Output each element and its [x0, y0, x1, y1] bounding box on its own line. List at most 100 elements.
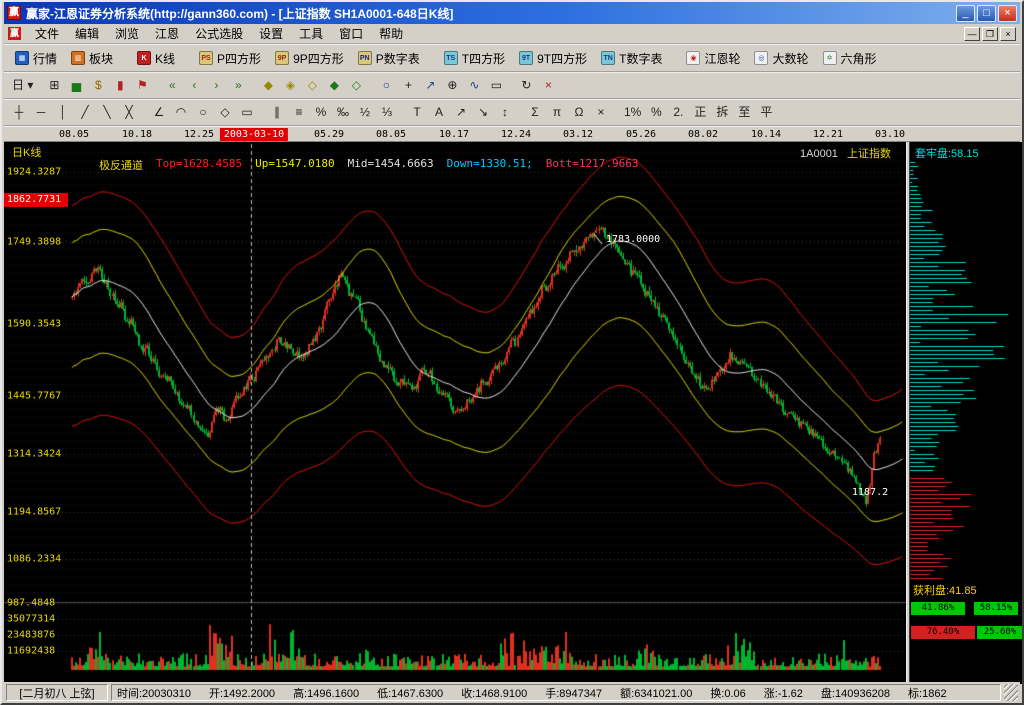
- bar-chart-view-button[interactable]: ▅: [65, 75, 87, 96]
- 9t-square-button[interactable]: 9T 9T四方形: [512, 47, 594, 70]
- symbol-code: 1A0001: [800, 148, 838, 160]
- next-bar-button[interactable]: ›: [205, 75, 227, 96]
- permille-line-tool[interactable]: ‰: [332, 102, 354, 123]
- gann-cycle-tool-button[interactable]: ◇: [345, 75, 367, 96]
- cross-trendline-tool[interactable]: ╳: [118, 102, 140, 123]
- chai-tool[interactable]: 拆: [711, 102, 733, 123]
- quotes-button[interactable]: ▦ 行情: [8, 47, 64, 70]
- price-axis-label: 1314.3424: [7, 449, 61, 460]
- window-menu[interactable]: 窗口: [331, 23, 371, 44]
- region-select-button[interactable]: ▭: [485, 75, 507, 96]
- half-division-tool[interactable]: ½: [354, 102, 376, 123]
- pi-cycle-tool[interactable]: π: [546, 102, 568, 123]
- zhi-tool[interactable]: 至: [733, 102, 755, 123]
- sectors-button[interactable]: ▥ 板块: [64, 47, 120, 70]
- t-number-table-button[interactable]: TN T数字表: [594, 47, 669, 70]
- gann-box-tool-button[interactable]: ◆: [323, 75, 345, 96]
- flag-marker-button[interactable]: ⚑: [131, 75, 153, 96]
- resize-grip[interactable]: [1004, 684, 1018, 701]
- last-page-button[interactable]: »: [227, 75, 249, 96]
- file-menu[interactable]: 文件: [27, 23, 67, 44]
- percent-line-tool[interactable]: %: [310, 102, 332, 123]
- omega-tool[interactable]: Ω: [568, 102, 590, 123]
- trendline-tool-button[interactable]: ↗: [419, 75, 441, 96]
- toolbar-main-button-label: 六角形: [841, 50, 877, 67]
- window-minimize-button[interactable]: _: [956, 5, 975, 22]
- arrow-down-marker-tool[interactable]: ↘: [472, 102, 494, 123]
- currency-view-button[interactable]: $: [87, 75, 109, 96]
- parallel-channel-tool[interactable]: ∥: [266, 102, 288, 123]
- circle-draw-tool[interactable]: ○: [192, 102, 214, 123]
- two-decimal-tool[interactable]: 2.: [667, 102, 689, 123]
- volume-axis-label: 23483876: [7, 630, 55, 641]
- settings-menu[interactable]: 设置: [251, 23, 291, 44]
- crosshair-tool-button[interactable]: +: [397, 75, 419, 96]
- circle-tool-button[interactable]: ○: [375, 75, 397, 96]
- p-square-button[interactable]: PS P四方形: [192, 47, 268, 70]
- rectangle-draw-tool[interactable]: ▭: [236, 102, 258, 123]
- kline-button[interactable]: K K线: [130, 47, 182, 70]
- one-percent-grid-tool[interactable]: 1%: [620, 102, 645, 123]
- wave-tool-button[interactable]: ∿: [463, 75, 485, 96]
- toolbar-main-button-icon: ◉: [686, 51, 700, 65]
- zheng-tool[interactable]: 正: [689, 102, 711, 123]
- help-menu[interactable]: 帮助: [371, 23, 411, 44]
- horizontal-line-tool[interactable]: ─: [30, 102, 52, 123]
- delete-drawing-tool[interactable]: ×: [590, 102, 612, 123]
- title-bar: 赢 赢家-江恩证券分析系统(http://gann360.com) - [上证指…: [4, 2, 1020, 24]
- browse-menu[interactable]: 浏览: [107, 23, 147, 44]
- label-tool[interactable]: A: [428, 102, 450, 123]
- vertical-line-tool[interactable]: │: [52, 102, 74, 123]
- gann-wheel-button[interactable]: ◉ 江恩轮: [679, 47, 747, 70]
- gann-grid-tool-button[interactable]: ◇: [301, 75, 323, 96]
- date-tick: 03.10: [875, 129, 905, 140]
- tile-windows-button[interactable]: ⊞: [43, 75, 65, 96]
- diamond-draw-tool[interactable]: ◇: [214, 102, 236, 123]
- gann-fan-tool-button[interactable]: ◈: [279, 75, 301, 96]
- mdi-restore-button[interactable]: ❐: [982, 27, 998, 41]
- t-square-button[interactable]: TS T四方形: [437, 47, 512, 70]
- mdi-close-button[interactable]: ×: [1000, 27, 1016, 41]
- candle-style-button[interactable]: ▮: [109, 75, 131, 96]
- candlestick-chart-canvas[interactable]: [4, 142, 906, 684]
- formula-stock-picking-menu[interactable]: 公式选股: [187, 23, 251, 44]
- toolbar-main-button-label: 板块: [89, 50, 113, 67]
- period-day-dropdown[interactable]: 日 ▾: [8, 75, 37, 96]
- prev-bar-button[interactable]: ‹: [183, 75, 205, 96]
- big-number-wheel-button[interactable]: ◎ 大数轮: [747, 47, 815, 70]
- gann-square-tool-button[interactable]: ◆: [257, 75, 279, 96]
- first-page-button[interactable]: «: [161, 75, 183, 96]
- arrow-up-marker-tool[interactable]: ↗: [450, 102, 472, 123]
- 9p-square-button[interactable]: 9P 9P四方形: [268, 47, 351, 70]
- fib-retracement-tool[interactable]: ≡: [288, 102, 310, 123]
- text-note-tool[interactable]: T: [406, 102, 428, 123]
- toolbar-main-button-label: 江恩轮: [704, 50, 740, 67]
- rising-trendline-tool[interactable]: ╱: [74, 102, 96, 123]
- gann-menu[interactable]: 江恩: [147, 23, 187, 44]
- date-axis[interactable]: 08.05 10.18 12.25 05.29 08.05 10.17 12.2…: [4, 126, 1020, 142]
- percent-grid-tool[interactable]: %: [645, 102, 667, 123]
- third-division-tool[interactable]: ⅓: [376, 102, 398, 123]
- edit-menu[interactable]: 编辑: [67, 23, 107, 44]
- erase-button[interactable]: ×: [537, 75, 559, 96]
- cursor-price-chip: 1862.7731: [4, 193, 68, 207]
- arc-tool[interactable]: ◠: [170, 102, 192, 123]
- toolbar-main-button-label: P四方形: [217, 50, 261, 67]
- hexagon-button[interactable]: ✡ 六角形: [816, 47, 884, 70]
- window-maximize-button[interactable]: □: [977, 5, 996, 22]
- tools-menu[interactable]: 工具: [291, 23, 331, 44]
- window-close-button[interactable]: ×: [998, 5, 1017, 22]
- cross-line-tool[interactable]: ┼: [8, 102, 30, 123]
- p-number-table-button[interactable]: PN P数字表: [351, 47, 427, 70]
- angle-line-tool[interactable]: ∠: [148, 102, 170, 123]
- toolbar-main-button-icon: ◎: [754, 51, 768, 65]
- chip-stat-row-1: 41.86% 58.15%: [911, 602, 1023, 615]
- falling-trendline-tool[interactable]: ╲: [96, 102, 118, 123]
- sum-tool[interactable]: Σ: [524, 102, 546, 123]
- refresh-button[interactable]: ↻: [515, 75, 537, 96]
- zoom-in-button[interactable]: ⊕: [441, 75, 463, 96]
- date-tick: 08.05: [59, 129, 89, 140]
- ping-tool[interactable]: 平: [755, 102, 777, 123]
- mdi-minimize-button[interactable]: —: [964, 27, 980, 41]
- range-marker-tool[interactable]: ↕: [494, 102, 516, 123]
